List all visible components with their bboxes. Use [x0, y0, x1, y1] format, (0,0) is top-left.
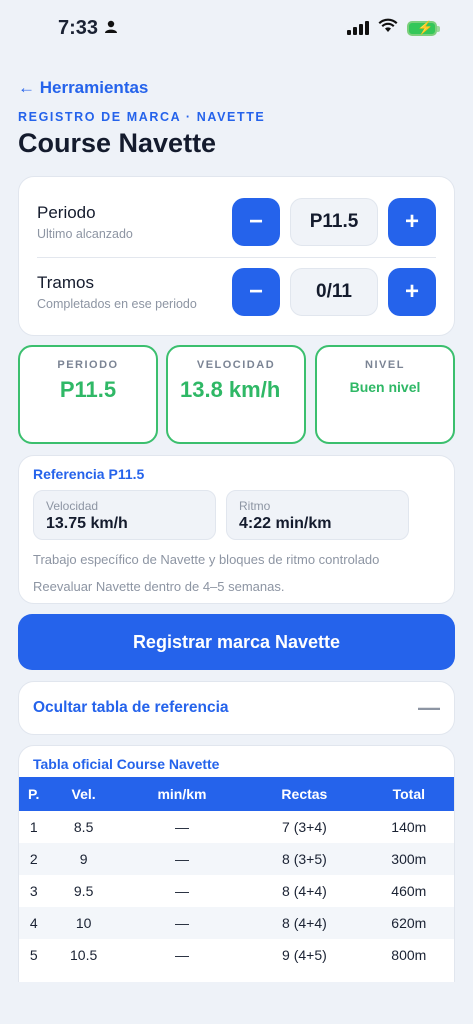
speed-value: 13.75 km/h	[46, 515, 128, 532]
reference-card: Referencia P11.5 Velocidad 13.75 km/h Ri…	[18, 455, 455, 604]
bottom-fade	[0, 982, 473, 1024]
table-row: 1 8.5 — 7 (3+4) 140m	[19, 811, 454, 843]
periodo-decrement-button[interactable]: −	[232, 198, 280, 246]
status-left: 7:33	[58, 17, 118, 40]
stat-card-velocidad: VELOCIDAD 13.8 km/h	[166, 345, 306, 444]
periodo-sublabel: Ultimo alcanzado	[37, 227, 133, 241]
tramos-stepper: Tramos Completados en ese periodo − 0/11…	[37, 259, 436, 325]
table-cell: 8.5	[73, 819, 94, 835]
speed-label: Velocidad	[46, 499, 99, 513]
table-cell: 300m	[363, 843, 454, 875]
table-cell: —	[118, 843, 246, 875]
battery-icon: ⚡	[407, 20, 440, 36]
wifi-icon	[378, 18, 398, 38]
table-title: Tabla oficial Course Navette	[33, 756, 220, 772]
column-header: Vel.	[48, 777, 119, 811]
table-cell: 5	[29, 947, 38, 963]
table-cell: 2	[19, 843, 49, 875]
back-link[interactable]: ← Herramientas	[18, 78, 148, 98]
collapse-icon[interactable]: —	[418, 695, 440, 721]
table-cell: 620m	[363, 907, 454, 939]
stepper-card: Periodo Ultimo alcanzado − P11.5 + Tramo…	[18, 176, 455, 336]
periodo-controls: − P11.5 +	[232, 198, 436, 246]
table-cell: —	[174, 819, 189, 835]
toggle-table-label: Ocultar tabla de referencia	[33, 699, 229, 716]
column-header: min/km	[118, 777, 246, 811]
table-row: 3 9.5 — 8 (4+4) 460m	[19, 875, 454, 907]
reference-title: Referencia P11.5	[33, 466, 145, 482]
stat-value: Buen nivel	[349, 379, 421, 395]
person-icon	[104, 17, 118, 40]
status-time: 7:33	[58, 16, 99, 39]
pace-value: 4:22 min/km	[239, 515, 332, 532]
reference-table: P. Vel. min/km Rectas Total 1 8.5 — 7 (3…	[19, 777, 454, 971]
reference-note: Trabajo específico de Navette y bloques …	[33, 552, 380, 567]
periodo-value: P11.5	[290, 198, 378, 246]
page-overline: REGISTRO DE MARCA · NAVETTE	[18, 110, 266, 124]
table-cell: 800m	[391, 947, 427, 963]
tramos-controls: − 0/11 +	[232, 268, 436, 316]
table-row: 2 9 — 8 (3+5) 300m	[19, 843, 454, 875]
page-title: Course Navette	[18, 128, 217, 158]
stat-value: P11.5	[59, 377, 117, 402]
table-cell: 9	[48, 843, 119, 875]
tramos-increment-button[interactable]: +	[388, 268, 436, 316]
stat-label: PERIODO	[57, 359, 119, 371]
stat-card-periodo: PERIODO P11.5	[18, 345, 158, 444]
status-bar: 7:33 ⚡	[0, 0, 473, 56]
table-cell: 3	[29, 883, 38, 899]
register-mark-button[interactable]: Registrar marca Navette	[18, 614, 455, 670]
status-right: ⚡	[347, 18, 440, 38]
tramos-sublabel: Completados en ese periodo	[37, 297, 197, 311]
table-cell: —	[174, 883, 189, 899]
table-cell: 9.5	[73, 883, 94, 899]
stat-label: NIVEL	[365, 359, 405, 371]
table-cell: 8 (4+4)	[282, 883, 327, 899]
table-cell: —	[118, 907, 246, 939]
table-cell: 8 (3+5)	[245, 843, 364, 875]
table-cell: 1	[29, 819, 38, 835]
reference-note: Reevaluar Navette dentro de 4–5 semanas.	[33, 579, 285, 594]
periodo-text: Periodo Ultimo alcanzado	[37, 203, 133, 241]
table-cell: 10	[48, 907, 119, 939]
table-cell: 140m	[391, 819, 427, 835]
table-cell: 9 (4+5)	[282, 947, 327, 963]
stat-value: 13.8 km/h	[180, 377, 281, 402]
tramos-value: 0/11	[290, 268, 378, 316]
table-cell: 8 (4+4)	[245, 907, 364, 939]
periodo-label: Periodo	[37, 203, 96, 222]
toggle-table-row[interactable]: Ocultar tabla de referencia —	[18, 681, 455, 735]
divider	[37, 257, 436, 258]
table-cell: 10.5	[70, 947, 98, 963]
table-cell: —	[174, 947, 189, 963]
periodo-increment-button[interactable]: +	[388, 198, 436, 246]
table-header-row: P. Vel. min/km Rectas Total	[19, 777, 454, 811]
tramos-text: Tramos Completados en ese periodo	[37, 273, 197, 311]
table-cell: 7 (3+4)	[282, 819, 327, 835]
signal-icon	[347, 21, 369, 35]
pace-label: Ritmo	[239, 499, 271, 513]
periodo-stepper: Periodo Ultimo alcanzado − P11.5 +	[37, 189, 436, 255]
column-header: P.	[19, 777, 49, 811]
table-cell: 460m	[391, 883, 427, 899]
stat-card-nivel: NIVEL Buen nivel	[315, 345, 455, 444]
table-row: 4 10 — 8 (4+4) 620m	[19, 907, 454, 939]
tramos-decrement-button[interactable]: −	[232, 268, 280, 316]
pace-box: Ritmo 4:22 min/km	[226, 490, 409, 540]
stat-label: VELOCIDAD	[196, 359, 276, 371]
tramos-label: Tramos	[37, 273, 94, 292]
column-header: Total	[363, 777, 454, 811]
column-header: Rectas	[245, 777, 364, 811]
table-cell: 4	[19, 907, 49, 939]
table-row: 5 10.5 — 9 (4+5) 800m	[19, 939, 454, 971]
speed-box: Velocidad 13.75 km/h	[33, 490, 216, 540]
